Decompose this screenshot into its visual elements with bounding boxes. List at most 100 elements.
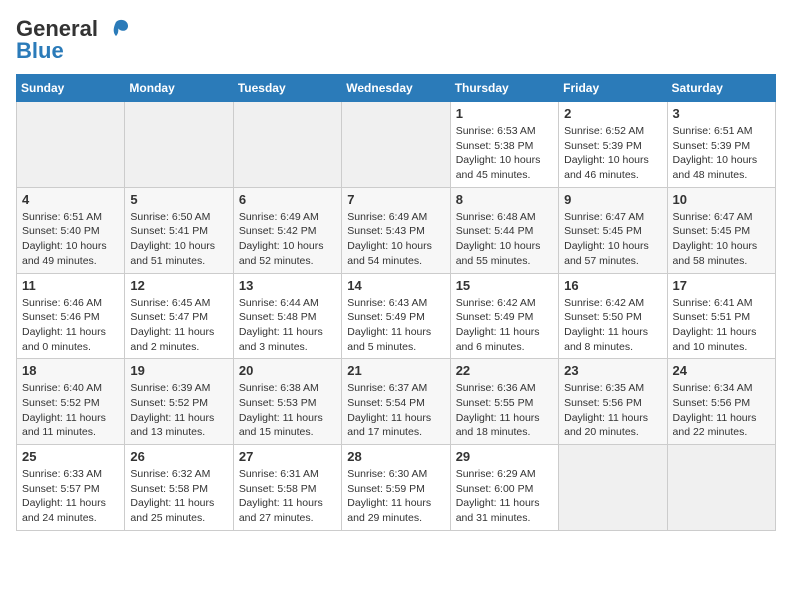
- day-info: Sunrise: 6:32 AMSunset: 5:58 PMDaylight:…: [130, 467, 227, 526]
- day-info: Sunrise: 6:51 AMSunset: 5:40 PMDaylight:…: [22, 210, 119, 269]
- day-info: Sunrise: 6:35 AMSunset: 5:56 PMDaylight:…: [564, 381, 661, 440]
- day-cell: 21 Sunrise: 6:37 AMSunset: 5:54 PMDayligh…: [342, 359, 450, 445]
- day-info: Sunrise: 6:42 AMSunset: 5:50 PMDaylight:…: [564, 296, 661, 355]
- day-number: 15: [456, 278, 553, 293]
- header-day-monday: Monday: [125, 75, 233, 102]
- day-number: 16: [564, 278, 661, 293]
- header-day-friday: Friday: [559, 75, 667, 102]
- day-number: 6: [239, 192, 336, 207]
- day-info: Sunrise: 6:50 AMSunset: 5:41 PMDaylight:…: [130, 210, 227, 269]
- day-number: 14: [347, 278, 444, 293]
- day-cell: 14 Sunrise: 6:43 AMSunset: 5:49 PMDayligh…: [342, 273, 450, 359]
- day-info: Sunrise: 6:53 AMSunset: 5:38 PMDaylight:…: [456, 124, 553, 183]
- logo: General Blue: [16, 16, 130, 64]
- day-info: Sunrise: 6:52 AMSunset: 5:39 PMDaylight:…: [564, 124, 661, 183]
- day-info: Sunrise: 6:38 AMSunset: 5:53 PMDaylight:…: [239, 381, 336, 440]
- week-row-2: 4 Sunrise: 6:51 AMSunset: 5:40 PMDaylight…: [17, 187, 776, 273]
- day-number: 1: [456, 106, 553, 121]
- day-number: 2: [564, 106, 661, 121]
- day-number: 25: [22, 449, 119, 464]
- calendar-table: SundayMondayTuesdayWednesdayThursdayFrid…: [16, 74, 776, 531]
- day-cell: 6 Sunrise: 6:49 AMSunset: 5:42 PMDaylight…: [233, 187, 341, 273]
- day-cell: 5 Sunrise: 6:50 AMSunset: 5:41 PMDaylight…: [125, 187, 233, 273]
- week-row-4: 18 Sunrise: 6:40 AMSunset: 5:52 PMDayligh…: [17, 359, 776, 445]
- day-number: 13: [239, 278, 336, 293]
- day-info: Sunrise: 6:33 AMSunset: 5:57 PMDaylight:…: [22, 467, 119, 526]
- day-cell: 25 Sunrise: 6:33 AMSunset: 5:57 PMDayligh…: [17, 445, 125, 531]
- day-info: Sunrise: 6:47 AMSunset: 5:45 PMDaylight:…: [673, 210, 770, 269]
- day-number: 18: [22, 363, 119, 378]
- day-cell: 12 Sunrise: 6:45 AMSunset: 5:47 PMDayligh…: [125, 273, 233, 359]
- day-number: 7: [347, 192, 444, 207]
- day-cell: 8 Sunrise: 6:48 AMSunset: 5:44 PMDaylight…: [450, 187, 558, 273]
- day-number: 27: [239, 449, 336, 464]
- day-info: Sunrise: 6:43 AMSunset: 5:49 PMDaylight:…: [347, 296, 444, 355]
- day-info: Sunrise: 6:51 AMSunset: 5:39 PMDaylight:…: [673, 124, 770, 183]
- header: General Blue: [16, 16, 776, 64]
- day-cell: 10 Sunrise: 6:47 AMSunset: 5:45 PMDayligh…: [667, 187, 775, 273]
- day-number: 8: [456, 192, 553, 207]
- day-cell: 4 Sunrise: 6:51 AMSunset: 5:40 PMDaylight…: [17, 187, 125, 273]
- day-cell: 29 Sunrise: 6:29 AMSunset: 6:00 PMDayligh…: [450, 445, 558, 531]
- day-info: Sunrise: 6:49 AMSunset: 5:42 PMDaylight:…: [239, 210, 336, 269]
- day-cell: 26 Sunrise: 6:32 AMSunset: 5:58 PMDayligh…: [125, 445, 233, 531]
- day-info: Sunrise: 6:37 AMSunset: 5:54 PMDaylight:…: [347, 381, 444, 440]
- day-number: 19: [130, 363, 227, 378]
- day-number: 21: [347, 363, 444, 378]
- day-cell: 1 Sunrise: 6:53 AMSunset: 5:38 PMDaylight…: [450, 102, 558, 188]
- day-info: Sunrise: 6:42 AMSunset: 5:49 PMDaylight:…: [456, 296, 553, 355]
- day-number: 22: [456, 363, 553, 378]
- day-number: 29: [456, 449, 553, 464]
- header-day-tuesday: Tuesday: [233, 75, 341, 102]
- day-cell: 16 Sunrise: 6:42 AMSunset: 5:50 PMDayligh…: [559, 273, 667, 359]
- day-info: Sunrise: 6:44 AMSunset: 5:48 PMDaylight:…: [239, 296, 336, 355]
- day-number: 11: [22, 278, 119, 293]
- day-cell: 7 Sunrise: 6:49 AMSunset: 5:43 PMDaylight…: [342, 187, 450, 273]
- day-cell: 19 Sunrise: 6:39 AMSunset: 5:52 PMDayligh…: [125, 359, 233, 445]
- day-number: 23: [564, 363, 661, 378]
- week-row-5: 25 Sunrise: 6:33 AMSunset: 5:57 PMDayligh…: [17, 445, 776, 531]
- day-info: Sunrise: 6:45 AMSunset: 5:47 PMDaylight:…: [130, 296, 227, 355]
- day-info: Sunrise: 6:34 AMSunset: 5:56 PMDaylight:…: [673, 381, 770, 440]
- day-cell: 28 Sunrise: 6:30 AMSunset: 5:59 PMDayligh…: [342, 445, 450, 531]
- day-info: Sunrise: 6:46 AMSunset: 5:46 PMDaylight:…: [22, 296, 119, 355]
- day-info: Sunrise: 6:36 AMSunset: 5:55 PMDaylight:…: [456, 381, 553, 440]
- day-cell: 13 Sunrise: 6:44 AMSunset: 5:48 PMDayligh…: [233, 273, 341, 359]
- day-number: 17: [673, 278, 770, 293]
- day-cell: [125, 102, 233, 188]
- day-number: 20: [239, 363, 336, 378]
- day-info: Sunrise: 6:29 AMSunset: 6:00 PMDaylight:…: [456, 467, 553, 526]
- day-info: Sunrise: 6:49 AMSunset: 5:43 PMDaylight:…: [347, 210, 444, 269]
- header-day-thursday: Thursday: [450, 75, 558, 102]
- day-number: 5: [130, 192, 227, 207]
- day-info: Sunrise: 6:48 AMSunset: 5:44 PMDaylight:…: [456, 210, 553, 269]
- day-info: Sunrise: 6:47 AMSunset: 5:45 PMDaylight:…: [564, 210, 661, 269]
- day-cell: 27Sunrise: 6:31 AMSunset: 5:58 PMDayligh…: [233, 445, 341, 531]
- day-cell: 23 Sunrise: 6:35 AMSunset: 5:56 PMDayligh…: [559, 359, 667, 445]
- day-number: 10: [673, 192, 770, 207]
- day-cell: 24Sunrise: 6:34 AMSunset: 5:56 PMDayligh…: [667, 359, 775, 445]
- day-cell: [667, 445, 775, 531]
- header-day-sunday: Sunday: [17, 75, 125, 102]
- day-cell: [342, 102, 450, 188]
- day-cell: 2 Sunrise: 6:52 AMSunset: 5:39 PMDaylight…: [559, 102, 667, 188]
- day-cell: 15 Sunrise: 6:42 AMSunset: 5:49 PMDayligh…: [450, 273, 558, 359]
- day-cell: [233, 102, 341, 188]
- day-number: 9: [564, 192, 661, 207]
- day-number: 28: [347, 449, 444, 464]
- week-row-3: 11 Sunrise: 6:46 AMSunset: 5:46 PMDayligh…: [17, 273, 776, 359]
- day-info: Sunrise: 6:39 AMSunset: 5:52 PMDaylight:…: [130, 381, 227, 440]
- day-info: Sunrise: 6:40 AMSunset: 5:52 PMDaylight:…: [22, 381, 119, 440]
- day-number: 26: [130, 449, 227, 464]
- day-info: Sunrise: 6:30 AMSunset: 5:59 PMDaylight:…: [347, 467, 444, 526]
- day-cell: [17, 102, 125, 188]
- day-cell: 11 Sunrise: 6:46 AMSunset: 5:46 PMDayligh…: [17, 273, 125, 359]
- week-row-1: 1 Sunrise: 6:53 AMSunset: 5:38 PMDaylight…: [17, 102, 776, 188]
- day-cell: 17 Sunrise: 6:41 AMSunset: 5:51 PMDayligh…: [667, 273, 775, 359]
- day-info: Sunrise: 6:41 AMSunset: 5:51 PMDaylight:…: [673, 296, 770, 355]
- day-number: 12: [130, 278, 227, 293]
- day-cell: 3Sunrise: 6:51 AMSunset: 5:39 PMDaylight…: [667, 102, 775, 188]
- day-cell: 22 Sunrise: 6:36 AMSunset: 5:55 PMDayligh…: [450, 359, 558, 445]
- day-number: 4: [22, 192, 119, 207]
- day-cell: 18 Sunrise: 6:40 AMSunset: 5:52 PMDayligh…: [17, 359, 125, 445]
